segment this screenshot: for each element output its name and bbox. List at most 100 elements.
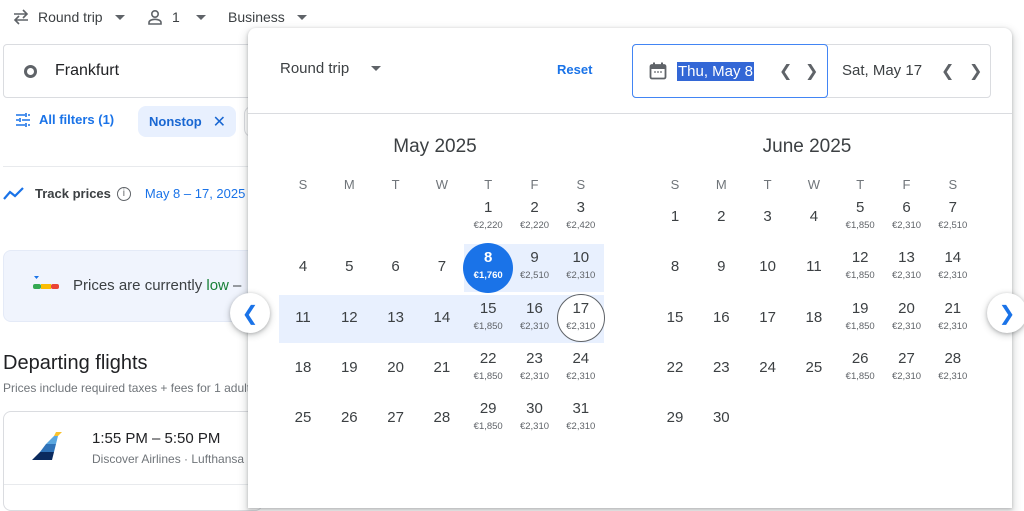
calendar-day[interactable]: 2 €2,220 [512,194,558,242]
calendar-day[interactable]: 26 €1,850 [837,345,883,393]
calendar-day[interactable]: 14 €2,310 [930,244,976,292]
calendar-day[interactable]: 29 [652,395,698,443]
previous-month-button[interactable]: ❮ [230,293,270,333]
passengers-select[interactable]: 1 [148,9,206,25]
calendar-day[interactable]: 25 [280,395,326,443]
calendar-day[interactable]: 20 €2,310 [884,295,930,343]
day-number: 22 [666,358,684,376]
day-number: 19 [340,358,358,376]
calendar-day[interactable]: 8 €1,760 [463,243,514,294]
calendar-day[interactable]: 5 [326,244,372,292]
calendar-day[interactable]: 3 €2,420 [558,194,604,242]
calendar-day[interactable]: 18 [280,345,326,393]
calendar-day[interactable]: 7 [419,244,465,292]
calendar-day[interactable]: 19 €1,850 [837,295,883,343]
price-insight-text: Prices are currently low – [73,277,241,294]
calendar-day[interactable]: 27 [373,395,419,443]
calendar-day[interactable]: 6 €2,310 [884,194,930,242]
calendar-day[interactable]: 13 [373,295,419,343]
calendar-day[interactable]: 30 [698,395,744,443]
calendar-day[interactable]: 1 [652,194,698,242]
calendar-day[interactable]: 21 [419,345,465,393]
calendar-day[interactable]: 31 €2,310 [558,395,604,443]
calendar-day[interactable]: 11 [280,295,326,343]
calendar-day[interactable]: 8 [652,244,698,292]
calendar-day[interactable]: 14 [419,295,465,343]
info-icon[interactable]: i [116,186,131,201]
calendar-day[interactable]: 27 €2,310 [884,345,930,393]
calendar-day[interactable]: 20 [373,345,419,393]
departure-date-field[interactable]: Thu, May 8 ❮ ❯ [632,44,828,98]
flight-result[interactable]: 1:55 PM – 5:50 PM Discover Airlines · Lu… [3,411,263,511]
origin-value: Frankfurt [55,62,120,79]
picker-trip-type-select[interactable]: Round trip [280,60,382,77]
calendar-day[interactable]: 10 €2,310 [558,244,604,292]
calendar-day[interactable]: 25 [791,345,837,393]
calendar-day[interactable]: 6 [373,244,419,292]
calendar-day[interactable]: 9 €2,510 [512,244,558,292]
cabin-class-select[interactable]: Business [228,9,307,25]
day-number: 4 [298,258,308,276]
calendar-day[interactable]: 19 [326,345,372,393]
calendar-day[interactable]: 17 [745,295,791,343]
trip-type-select[interactable]: Round trip [12,9,125,25]
calendar-day[interactable]: 24 [745,345,791,393]
day-number: 23 [526,349,543,367]
chevron-right-icon[interactable]: ❯ [969,61,982,81]
calendar-day[interactable]: 11 [791,244,837,292]
next-month-button[interactable]: ❯ [987,293,1024,333]
trend-line-icon [3,186,24,200]
day-number: 21 [433,358,451,376]
chevron-left-icon[interactable]: ❮ [779,61,792,81]
calendar-day[interactable]: 4 [280,244,326,292]
calendar-day[interactable]: 23 [698,345,744,393]
calendar-day[interactable]: 7 €2,510 [930,194,976,242]
departure-date-value[interactable]: Thu, May 8 [677,61,755,81]
day-number: 24 [572,349,590,367]
day-number: 28 [944,349,962,367]
day-number: 10 [572,249,590,267]
calendar-day[interactable]: 28 [419,395,465,443]
weekday-label: T [856,177,865,192]
calendar-day[interactable]: 15 €1,850 [465,295,511,343]
calendar-day[interactable]: 5 €1,850 [837,194,883,242]
chevron-right-icon[interactable]: ❯ [805,61,818,81]
calendar-day[interactable]: 24 €2,310 [558,345,604,393]
calendar-day[interactable]: 3 [745,194,791,242]
calendar-day[interactable]: 12 [326,295,372,343]
calendar-day[interactable]: 29 €1,850 [465,395,511,443]
nonstop-filter-chip[interactable]: Nonstop ✕ [138,106,236,137]
calendar-day[interactable]: 2 [698,194,744,242]
calendar-day[interactable]: 26 [326,395,372,443]
calendar-day[interactable]: 16 [698,295,744,343]
calendar-day[interactable]: 23 €2,310 [512,345,558,393]
calendar-day[interactable]: 13 €2,310 [884,244,930,292]
return-date-field[interactable]: Sat, May 17 [842,62,922,79]
tracked-dates[interactable]: May 8 – 17, 2025 [145,186,245,201]
calendar-day[interactable]: 17 €2,310 [556,293,605,343]
all-filters-button[interactable]: All filters (1) [15,112,114,127]
calendar-day[interactable]: 4 [791,194,837,242]
calendar-day[interactable]: 30 €2,310 [512,395,558,443]
weekday-label: S [670,177,680,192]
day-number: 17 [759,308,776,326]
calendar-day[interactable]: 28 €2,310 [930,345,976,393]
calendar-day[interactable]: 9 [698,244,744,292]
calendar-day[interactable]: 12 €1,850 [837,244,883,292]
calendar-day[interactable]: 21 €2,310 [930,295,976,343]
day-price: €2,510 [938,220,968,231]
calendar-day[interactable]: 10 [745,244,791,292]
passenger-count: 1 [172,9,180,25]
calendar-day[interactable]: 22 [652,345,698,393]
reset-button[interactable]: Reset [557,62,592,77]
calendar-day[interactable]: 22 €1,850 [465,345,511,393]
calendar-day[interactable]: 18 [791,295,837,343]
day-number: 3 [576,199,585,216]
calendar-day[interactable]: 15 [652,295,698,343]
day-price: €2,510 [519,270,550,282]
day-price: €1,850 [845,320,875,332]
close-icon[interactable]: ✕ [213,112,226,132]
calendar-day[interactable]: 1 €2,220 [465,194,511,242]
calendar-day[interactable]: 16 €2,310 [512,295,558,343]
chevron-left-icon[interactable]: ❮ [941,61,954,81]
